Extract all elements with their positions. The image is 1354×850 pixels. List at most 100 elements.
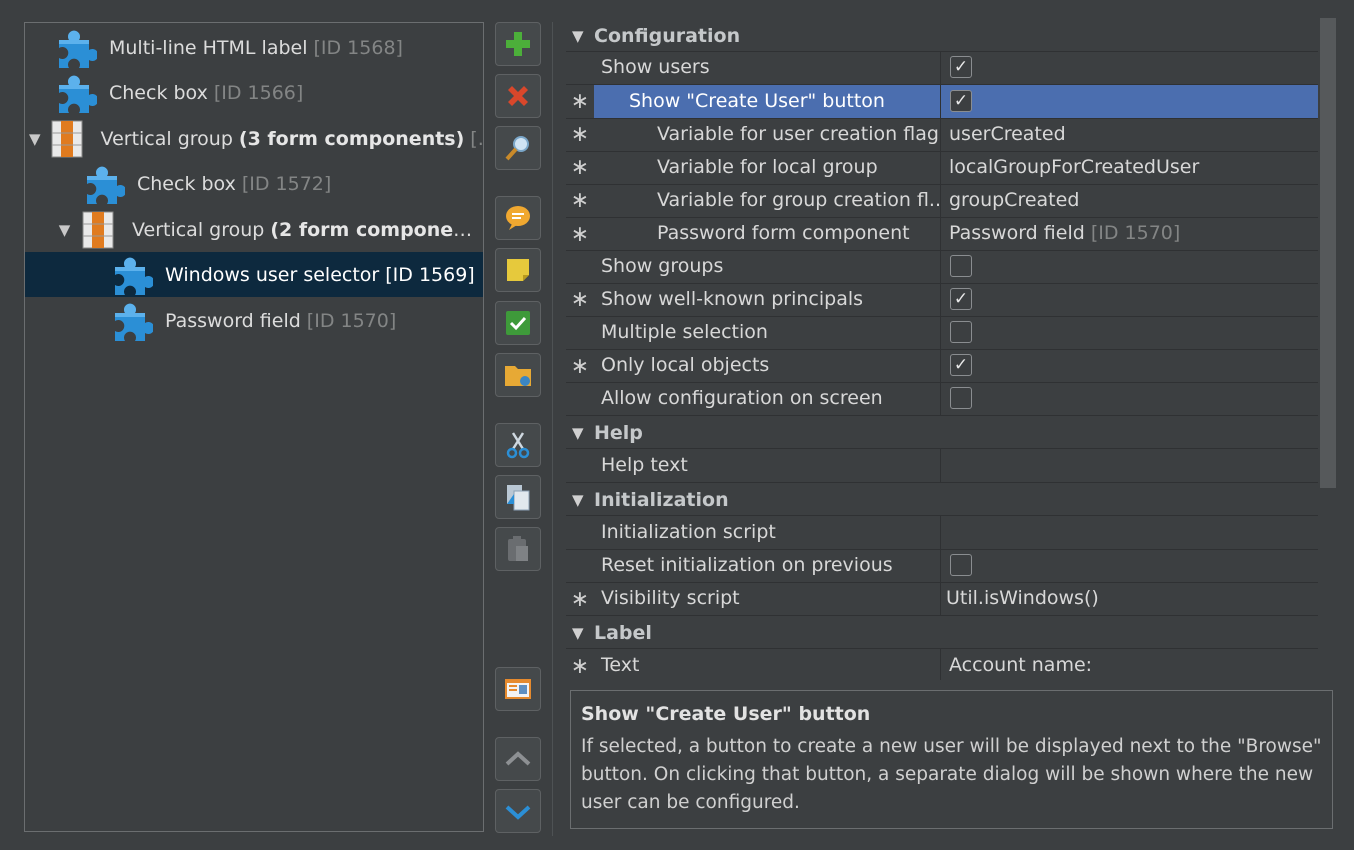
vertical-group-icon bbox=[51, 120, 83, 157]
tree-item-multiline-html-label[interactable]: Multi-line HTML label [ID 1568] bbox=[25, 25, 483, 70]
prop-row-show-groups[interactable]: Show groups bbox=[566, 250, 1318, 284]
expand-arrow-icon[interactable]: ▼ bbox=[57, 221, 72, 239]
tree-item-id: [... bbox=[470, 127, 483, 150]
preview-button[interactable] bbox=[495, 667, 541, 711]
modified-star-icon: ∗ bbox=[570, 654, 590, 679]
prop-name: Password form component bbox=[594, 217, 941, 250]
show-groups-checkbox[interactable] bbox=[950, 254, 972, 277]
prop-value[interactable]: userCreated bbox=[942, 118, 1318, 151]
section-label[interactable]: ▼ Label bbox=[566, 617, 1318, 649]
collapse-triangle-icon[interactable]: ▼ bbox=[566, 424, 594, 442]
move-down-button[interactable] bbox=[495, 789, 541, 833]
section-title: Help bbox=[594, 421, 643, 444]
prop-row-only-local-objects[interactable]: Only local objects ✓ bbox=[566, 349, 1318, 383]
puzzle-piece-icon bbox=[115, 303, 153, 341]
prop-row-visibility-script[interactable]: Visibility script Util.isWindows() bbox=[566, 582, 1318, 616]
multiple-selection-checkbox[interactable] bbox=[950, 320, 972, 343]
prop-value[interactable] bbox=[942, 516, 1318, 549]
show-create-user-checkbox[interactable]: ✓ bbox=[950, 89, 972, 112]
comment-button[interactable] bbox=[495, 196, 541, 240]
description-title: Show "Create User" button bbox=[581, 703, 871, 725]
prop-value[interactable]: Account name: bbox=[942, 649, 1318, 680]
section-help[interactable]: ▼ Help bbox=[566, 417, 1318, 449]
prop-value[interactable]: groupCreated bbox=[942, 184, 1318, 217]
tree-item-check-box[interactable]: Check box [ID 1566] bbox=[25, 70, 483, 115]
collapse-triangle-icon[interactable]: ▼ bbox=[566, 27, 594, 45]
copy-button[interactable] bbox=[495, 475, 541, 519]
prop-row-password-form-component[interactable]: Password form component Password field [… bbox=[566, 217, 1318, 251]
cut-button[interactable] bbox=[495, 423, 541, 467]
prop-row-variable-group-creation-flag[interactable]: Variable for group creation fl... groupC… bbox=[566, 184, 1318, 218]
prop-row-allow-configuration-on-screen[interactable]: Allow configuration on screen bbox=[566, 382, 1318, 416]
add-button[interactable] bbox=[495, 22, 541, 66]
tree-item-vertical-group-nested[interactable]: ▼ Vertical group (2 form component... bbox=[25, 207, 483, 252]
prop-row-show-users[interactable]: Show users ✓ bbox=[566, 51, 1318, 85]
prop-value[interactable]: localGroupForCreatedUser bbox=[942, 151, 1318, 184]
note-button[interactable] bbox=[495, 248, 541, 292]
tree-item-windows-user-selector[interactable]: Windows user selector [ID 1569] bbox=[25, 252, 483, 297]
prop-value[interactable] bbox=[942, 449, 1318, 482]
prop-name: Help text bbox=[594, 449, 941, 482]
prop-name: Variable for group creation fl... bbox=[594, 184, 941, 217]
prop-row-variable-local-group[interactable]: Variable for local group localGroupForCr… bbox=[566, 151, 1318, 185]
reset-initialization-checkbox[interactable] bbox=[950, 553, 972, 576]
allow-configuration-checkbox[interactable] bbox=[950, 386, 972, 409]
section-initialization[interactable]: ▼ Initialization bbox=[566, 484, 1318, 516]
prop-row-initialization-script[interactable]: Initialization script bbox=[566, 516, 1318, 550]
tree-item-password-field[interactable]: Password field [ID 1570] bbox=[25, 298, 483, 343]
section-title: Label bbox=[594, 621, 652, 644]
expand-arrow-icon[interactable]: ▼ bbox=[29, 130, 41, 148]
tree-item-vertical-group[interactable]: ▼ Vertical group (3 form components) [..… bbox=[25, 116, 483, 161]
panel-divider[interactable] bbox=[552, 22, 553, 836]
description-body: If selected, a button to create a new us… bbox=[581, 736, 1322, 813]
properties-scrollbar-thumb[interactable] bbox=[1320, 18, 1336, 488]
puzzle-piece-icon bbox=[87, 166, 125, 204]
prop-name: Text bbox=[594, 649, 941, 680]
tree-item-id: [ID 1572] bbox=[241, 172, 332, 195]
paste-button[interactable] bbox=[495, 527, 541, 571]
check-button[interactable] bbox=[495, 301, 541, 345]
delete-icon bbox=[508, 86, 528, 106]
component-tree[interactable]: Multi-line HTML label [ID 1568] Check bo… bbox=[24, 22, 484, 832]
show-well-known-principals-checkbox[interactable]: ✓ bbox=[950, 287, 972, 310]
vertical-group-icon bbox=[82, 211, 114, 248]
prop-value[interactable]: Util.isWindows() bbox=[942, 582, 1318, 615]
check-icon bbox=[506, 311, 530, 335]
chevron-up-icon bbox=[505, 751, 531, 766]
tree-item-check-box-1572[interactable]: Check box [ID 1572] bbox=[25, 161, 483, 206]
prop-name: Only local objects bbox=[594, 349, 941, 382]
folder-button[interactable] bbox=[495, 353, 541, 397]
modified-star-icon: ∗ bbox=[570, 155, 590, 180]
search-button[interactable] bbox=[495, 126, 541, 170]
tree-item-label: Password field bbox=[165, 309, 301, 332]
chevron-down-icon bbox=[505, 805, 531, 820]
prop-value[interactable]: Password field [ID 1570] bbox=[942, 217, 1318, 250]
prop-row-show-well-known-principals[interactable]: Show well-known principals ✓ bbox=[566, 283, 1318, 317]
collapse-triangle-icon[interactable]: ▼ bbox=[566, 624, 594, 642]
tree-item-label: Vertical group bbox=[100, 127, 233, 150]
prop-name: Multiple selection bbox=[594, 316, 941, 349]
move-up-button[interactable] bbox=[495, 737, 541, 781]
prop-row-reset-initialization[interactable]: Reset initialization on previous bbox=[566, 549, 1318, 583]
prop-row-multiple-selection[interactable]: Multiple selection bbox=[566, 316, 1318, 350]
prop-row-variable-user-creation-flag[interactable]: Variable for user creation flag userCrea… bbox=[566, 118, 1318, 152]
properties-table[interactable]: ▼ Configuration Show users ✓ Show "Creat… bbox=[566, 20, 1318, 680]
tree-item-label: Vertical group bbox=[131, 218, 265, 241]
delete-button[interactable] bbox=[495, 74, 541, 118]
puzzle-piece-icon bbox=[59, 30, 97, 68]
copy-icon bbox=[507, 485, 530, 511]
folder-icon bbox=[505, 366, 531, 386]
prop-row-text[interactable]: Text Account name: bbox=[566, 649, 1318, 680]
section-configuration[interactable]: ▼ Configuration bbox=[566, 20, 1318, 52]
property-description-panel: Show "Create User" button If selected, a… bbox=[570, 690, 1333, 829]
modified-star-icon: ∗ bbox=[570, 89, 590, 114]
prop-value-id: [ID 1570] bbox=[1090, 222, 1181, 244]
only-local-objects-checkbox[interactable]: ✓ bbox=[950, 353, 972, 376]
tree-item-label: Check box bbox=[109, 81, 208, 104]
collapse-triangle-icon[interactable]: ▼ bbox=[566, 491, 594, 509]
preview-icon bbox=[505, 679, 531, 699]
prop-row-help-text[interactable]: Help text bbox=[566, 449, 1318, 483]
section-title: Initialization bbox=[594, 488, 729, 511]
prop-row-show-create-user-button[interactable]: Show "Create User" button ✓ bbox=[566, 85, 1318, 119]
show-users-checkbox[interactable]: ✓ bbox=[950, 55, 972, 78]
